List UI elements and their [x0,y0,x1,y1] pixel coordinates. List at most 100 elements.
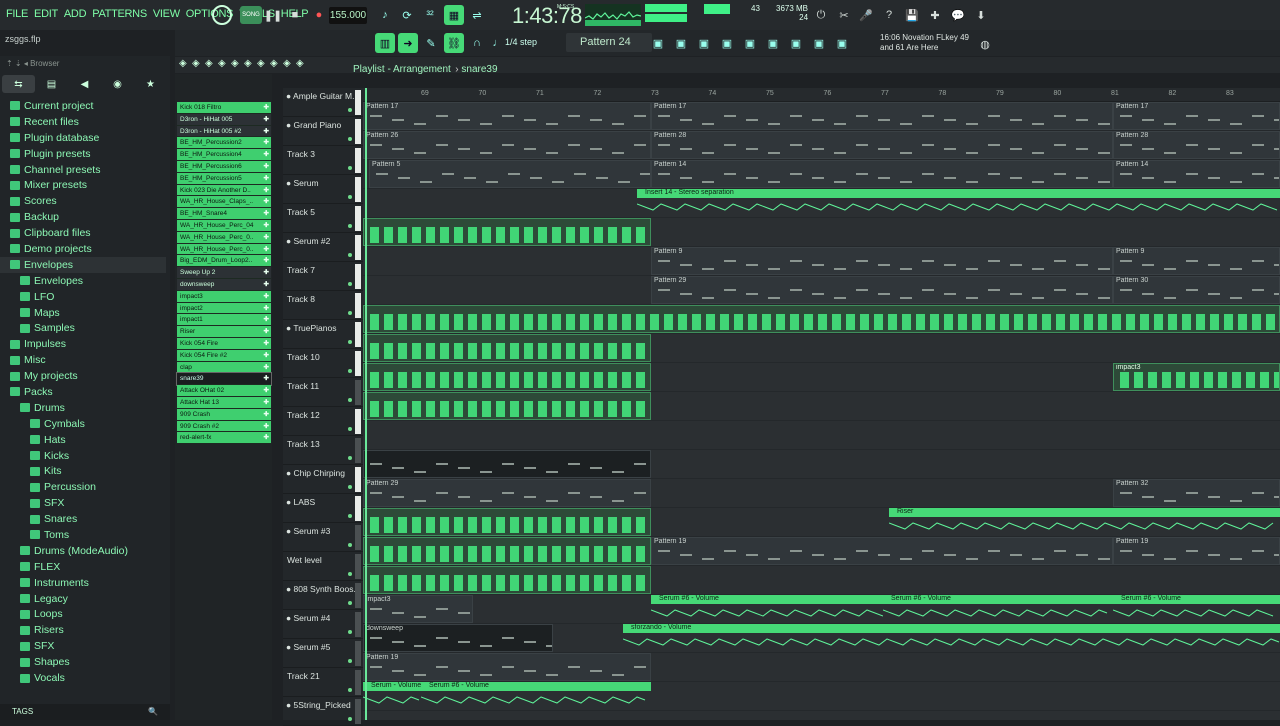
pattern-clip[interactable]: Pattern 28 [1113,131,1280,159]
browser-item[interactable]: Samples [0,320,166,336]
snap-icon[interactable]: ▥ [375,33,395,53]
window-icon[interactable]: ▣ [648,33,668,53]
channel-item[interactable]: impact1 ✚ [177,314,271,327]
track-header[interactable]: ● Serum [283,175,363,204]
add-icon[interactable]: ✚ [264,137,269,148]
add-icon[interactable]: ✚ [264,303,269,314]
add-icon[interactable]: ✚ [264,362,269,373]
channel-item[interactable]: BE_HM_Snare4 ✚ [177,208,271,220]
browser-item[interactable]: Snares [0,511,166,527]
track-mute-led[interactable] [348,601,352,605]
track-header[interactable]: Track 3 [283,146,363,175]
pattern-clip[interactable]: Pattern 32 [1113,479,1280,507]
track-mute-led[interactable] [348,688,352,692]
channel-item[interactable]: impact3 ✚ [177,290,271,303]
pattern-clip[interactable]: Pattern 26 [363,131,651,159]
pattern-clip[interactable] [363,392,651,420]
all-tab-icon[interactable]: ⇆ [2,75,35,93]
channel-item[interactable]: Riser ✚ [177,326,271,338]
pattern-clip[interactable] [363,363,651,391]
browser-item[interactable]: LFO [0,289,166,305]
browser-item[interactable]: Misc [0,352,166,368]
pattern-clip[interactable]: Pattern 19 [1113,537,1280,565]
track-header[interactable]: ● 808 Synth Boos.. [283,581,363,610]
track-mute-led[interactable] [348,137,352,141]
menu-view[interactable]: VIEW [153,8,180,20]
browser-item[interactable]: Percussion [0,479,166,495]
channel-item[interactable]: Kick 023 Die Another D.. ✚ [177,184,271,197]
browser-item[interactable]: Toms [0,527,166,543]
browser-item[interactable]: Mixer presets [0,177,166,193]
channel-item[interactable]: BE_HM_Percussion6 ✚ [177,160,271,173]
browser-item[interactable]: Envelopes [0,273,166,289]
add-icon[interactable]: ✚ [264,279,269,290]
browser-item[interactable]: Channel presets [0,162,166,178]
browser-item[interactable]: Drums (ModeAudio) [0,543,166,559]
add-icon[interactable]: ✚ [264,314,269,325]
browser-item[interactable]: Hats [0,432,166,448]
draw-icon[interactable]: ✎ [421,33,441,53]
add-icon[interactable]: ✚ [264,126,269,137]
track-header[interactable]: ● LABS [283,494,363,523]
paint-icon[interactable]: ◈ [218,58,226,69]
pattern-clip[interactable]: Pattern 17 [1113,102,1280,130]
add-icon[interactable]: ✚ [264,161,269,172]
pattern-clip[interactable]: Pattern 17 [651,102,1113,130]
hint-panel[interactable]: 16:06 Novation FLkey 49 and 61 Are Here [880,33,969,53]
mixer-icon[interactable]: ▣ [671,33,691,53]
brush-icon[interactable]: ▣ [786,33,806,53]
record-icon[interactable]: ● [309,5,329,25]
browser-item[interactable]: Backup [0,209,166,225]
metronome-icon[interactable]: ♪ [375,5,395,25]
track-lane[interactable] [363,711,1280,720]
help-icon[interactable]: ? [879,5,899,25]
channel-item[interactable]: impact2 ✚ [177,302,271,315]
browser-item[interactable]: My projects [0,368,166,384]
add-icon[interactable]: ✚ [264,185,269,196]
pattern-clip[interactable]: Pattern 30 [1113,276,1280,304]
pattern-clip[interactable]: Pattern 14 [1113,160,1280,188]
magnet-icon[interactable]: ◈ [192,58,200,69]
browser-item[interactable]: Legacy [0,591,166,607]
add-icon[interactable]: ✚ [264,432,269,443]
browser-item[interactable]: Scores [0,193,166,209]
channel-item[interactable]: BE_HM_Percussion4 ✚ [177,149,271,161]
track-header[interactable]: ● Serum #2 [283,233,363,262]
add-icon[interactable]: ✚ [264,373,269,384]
track-header[interactable]: ● Serum #3 [283,523,363,552]
track-mute-led[interactable] [348,514,352,518]
playhead[interactable] [365,88,367,720]
channel-item[interactable]: BE_HM_Percussion2 ✚ [177,137,271,150]
automation-clip[interactable]: Serum - Volume [363,682,421,710]
cut-icon[interactable]: ✂ [834,5,854,25]
add-icon[interactable]: ✚ [264,173,269,184]
track-mute-led[interactable] [348,398,352,402]
select-icon[interactable]: ◈ [270,58,278,69]
add-icon[interactable]: ✚ [264,114,269,125]
browser-item[interactable]: Risers [0,622,166,638]
globe-icon[interactable]: ◍ [975,34,995,54]
pattern-clip[interactable] [363,305,1280,333]
timeline-ruler[interactable]: 69 70 71 72 73 74 75 76 77 78 79 80 81 82 83 [363,88,1280,102]
tempo-display[interactable]: 155.000 [329,7,367,24]
pattern-clip[interactable]: Pattern 5 [369,160,651,188]
channel-item[interactable]: WA_HR_House_Claps_.. ✚ [177,196,271,209]
speaker-tab-icon[interactable]: ◀ [68,75,101,93]
browser-item[interactable]: Maps [0,305,166,321]
add-icon[interactable]: ✚ [264,208,269,219]
track-mute-led[interactable] [348,717,352,721]
automation-clip[interactable]: Insert 14 - Stereo separation [637,189,1280,217]
track-mute-led[interactable] [348,253,352,257]
browser-item[interactable]: Impulses [0,336,166,352]
mute-icon[interactable]: ◈ [244,58,252,69]
blend-notes-icon[interactable]: ⇌ [467,5,487,25]
browser-item[interactable]: Loops [0,607,166,623]
channel-item[interactable]: Kick 054 Fire ✚ [177,337,271,350]
pattern-clip[interactable] [363,566,651,594]
browser-item[interactable]: FLEX [0,559,166,575]
browser-item[interactable]: Vocals [0,670,166,686]
channel-item[interactable]: BE_HM_Percussion5 ✚ [177,172,271,185]
track-mute-led[interactable] [348,630,352,634]
track-mute-led[interactable] [348,659,352,663]
playlist-arrow-icon[interactable]: ➜ [398,33,418,53]
